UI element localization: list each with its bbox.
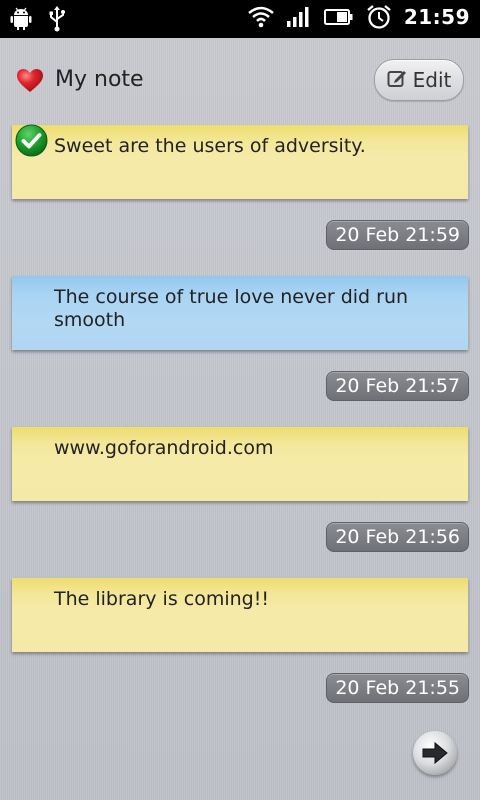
heart-icon — [16, 68, 44, 94]
note-card[interactable]: www.goforandroid.com — [12, 427, 468, 501]
android-debug-icon — [10, 7, 32, 31]
note-text: The course of true love never did run sm… — [54, 286, 409, 331]
note-text: Sweet are the users of adversity. — [54, 135, 366, 157]
status-bar: 21:59 — [0, 0, 480, 38]
next-button[interactable] — [413, 731, 457, 775]
note-card[interactable]: The library is coming!! — [12, 578, 468, 652]
header: My note Edit — [0, 38, 480, 124]
page-title: My note — [55, 67, 144, 92]
note-text: The library is coming!! — [54, 588, 269, 610]
check-icon — [15, 124, 48, 157]
alarm-icon — [366, 4, 392, 30]
note-card[interactable]: Sweet are the users of adversity. — [12, 125, 468, 199]
status-time: 21:59 — [403, 5, 470, 29]
usb-icon — [48, 6, 66, 32]
edit-icon — [387, 68, 407, 92]
signal-icon — [286, 6, 312, 28]
note-text: www.goforandroid.com — [54, 437, 274, 459]
battery-icon — [323, 7, 354, 27]
wifi-icon — [248, 6, 274, 28]
edit-button[interactable]: Edit — [374, 59, 464, 101]
note-timestamp: 20 Feb 21:55 — [326, 673, 469, 703]
edit-button-label: Edit — [412, 68, 452, 92]
note-timestamp: 20 Feb 21:57 — [326, 371, 469, 401]
note-timestamp: 20 Feb 21:59 — [326, 220, 469, 250]
note-timestamp: 20 Feb 21:56 — [326, 522, 469, 552]
note-card[interactable]: The course of true love never did run sm… — [12, 276, 468, 350]
